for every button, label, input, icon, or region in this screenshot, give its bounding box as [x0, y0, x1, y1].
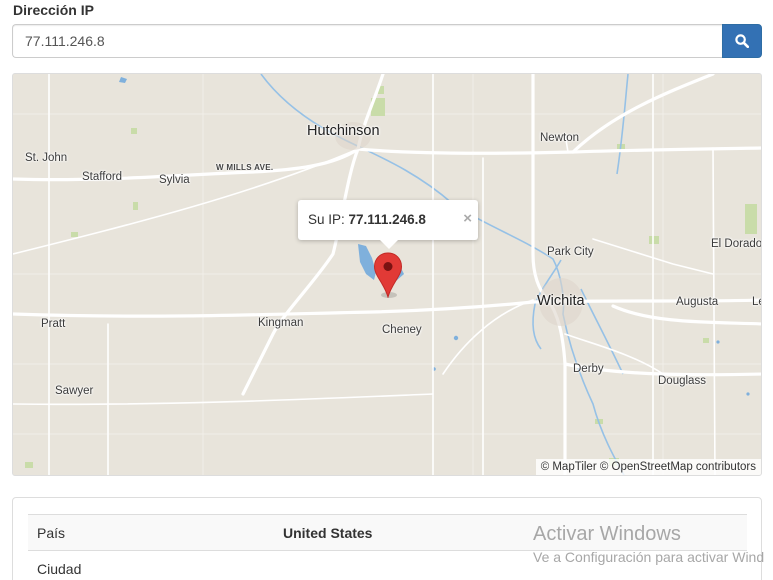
row-key-country: País [28, 514, 274, 551]
map-attribution[interactable]: © MapTiler © OpenStreetMap contributors [535, 459, 761, 475]
row-key-city: Ciudad [28, 550, 274, 580]
map-label-derby: Derby [573, 363, 604, 375]
map-label-stafford: Stafford [82, 171, 123, 183]
map-label-st-john: St. John [25, 152, 68, 164]
map-label-le: Le [752, 296, 761, 308]
row-value-country: United States [274, 514, 747, 551]
map-label-newton: Newton [540, 132, 579, 144]
map-label-w-mills-ave: W MILLS AVE. [216, 163, 274, 172]
map-label-sylvia: Sylvia [159, 174, 190, 186]
map-label-augusta: Augusta [676, 296, 719, 308]
table-row: País United States [28, 514, 747, 551]
info-panel: País United States Ciudad [12, 497, 762, 580]
popup-close-icon[interactable]: × [463, 210, 472, 227]
map-label-kingman: Kingman [258, 317, 304, 329]
popup-ip: 77.111.246.8 [348, 212, 426, 227]
map-label-el-dorado: El Dorado [711, 238, 762, 250]
map-label-wichita: Wichita [537, 293, 585, 309]
map[interactable]: Hutchinson Newton St. John Stafford Sylv… [12, 73, 762, 476]
ip-address-label: Dirección IP [13, 2, 94, 18]
popup-text: Su IP: 77.111.246.8 [308, 212, 426, 227]
table-row: Ciudad [28, 550, 747, 580]
ip-input[interactable] [12, 24, 722, 58]
info-table: País United States Ciudad [28, 514, 747, 580]
map-label-sawyer: Sawyer [55, 385, 94, 397]
map-label-cheney: Cheney [382, 324, 422, 336]
map-label-park-city: Park City [547, 246, 594, 258]
map-label-pratt: Pratt [41, 318, 66, 330]
search-icon [735, 34, 749, 48]
popup-prefix: Su IP: [308, 212, 349, 227]
map-label-douglass: Douglass [658, 375, 706, 387]
map-label-hutchinson: Hutchinson [307, 123, 380, 139]
ip-search-group [12, 24, 762, 58]
ip-popup: Su IP: 77.111.246.8 × [298, 200, 478, 249]
search-button[interactable] [722, 24, 762, 58]
map-pin-icon[interactable] [373, 252, 403, 299]
row-value-city [274, 550, 747, 580]
